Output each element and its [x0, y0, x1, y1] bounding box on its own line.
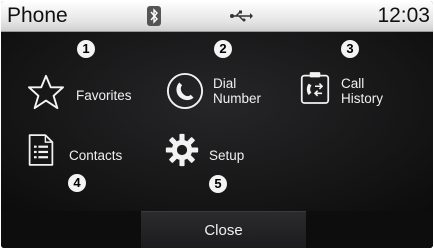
phone-handset-icon	[166, 72, 204, 110]
status-bar: Phone 12:03	[1, 1, 433, 32]
gear-icon	[165, 133, 199, 167]
call-history-icon	[300, 72, 330, 104]
favorites-button[interactable]: 1 Favorites	[21, 38, 151, 110]
call-history-button[interactable]: 3 Call History	[297, 38, 417, 113]
setup-button[interactable]: Setup 5	[161, 128, 281, 198]
badge-2: 2	[214, 40, 232, 58]
bluetooth-icon	[147, 6, 161, 26]
usb-icon	[230, 10, 253, 22]
favorites-label: Favorites	[76, 88, 132, 103]
phone-screen: Phone 12:03 1 Favorites 2 Dial Number 3 …	[1, 1, 433, 248]
contacts-label: Contacts	[69, 148, 123, 163]
call-history-line2: History	[341, 91, 384, 106]
star-icon	[28, 74, 64, 110]
dial-number-line1: Dial	[213, 76, 237, 91]
close-button[interactable]: Close	[141, 211, 306, 248]
call-history-label: Call History	[341, 76, 383, 106]
badge-3: 3	[341, 40, 359, 58]
phone-menu: 1 Favorites 2 Dial Number 3 Call History…	[1, 32, 433, 211]
badge-4: 4	[68, 174, 86, 192]
dial-number-line2: Number	[213, 91, 262, 106]
badge-5: 5	[209, 175, 227, 193]
setup-label: Setup	[209, 148, 245, 163]
dial-number-label: Dial Number	[213, 76, 261, 106]
call-history-line1: Call	[341, 76, 365, 91]
badge-1: 1	[77, 40, 95, 58]
app-title: Phone	[7, 4, 68, 27]
clock: 12:03	[377, 4, 430, 27]
contacts-button[interactable]: Contacts 4	[21, 128, 151, 198]
dial-number-button[interactable]: 2 Dial Number	[161, 38, 281, 113]
contacts-icon	[28, 134, 54, 166]
